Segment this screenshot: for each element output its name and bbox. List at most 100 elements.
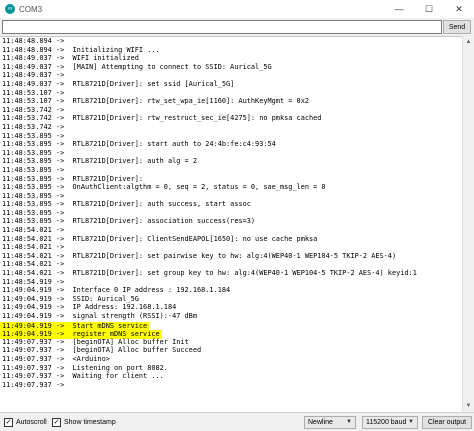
line-text: 11:48:49.037 -> WIFI initialized <box>2 54 139 63</box>
line-text: 11:48:54.021 -> RTL8721D[Driver]: Client… <box>2 234 318 243</box>
output-line: 11:48:53.895 -> <box>0 166 462 175</box>
line-text: 11:48:48.894 -> <box>2 37 65 45</box>
line-text: 11:49:07.937 -> [beginOTA] Alloc buffer … <box>2 346 202 355</box>
line-text: 11:49:07.937 -> Listening on port 8082. <box>2 363 168 372</box>
line-text: 11:48:53.895 -> OnAuthClient:algthm = 0,… <box>2 183 326 192</box>
line-text: 11:48:53.742 -> RTL8721D[Driver]: rtw_re… <box>2 114 322 123</box>
clear-output-button[interactable]: Clear output <box>422 416 472 429</box>
line-text: 11:48:53.895 -> <box>2 208 65 217</box>
output-line: 11:48:49.037 -> WIFI initialized <box>0 54 462 63</box>
line-text: 11:48:53.895 -> RTL8721D[Driver]: auth s… <box>2 200 251 209</box>
output-line: 11:49:07.937 -> [beginOTA] Alloc buffer … <box>0 346 462 355</box>
window-title: COM3 <box>19 4 43 14</box>
output-line: 11:48:49.037 -> [MAIN] Attempting to con… <box>0 63 462 72</box>
send-button[interactable]: Send <box>443 20 471 34</box>
chevron-down-icon: ▼ <box>346 419 352 425</box>
check-icon[interactable]: ✓ <box>4 418 13 427</box>
check-icon[interactable]: ✓ <box>52 418 61 427</box>
line-text: 11:49:04.919 -> Interface 0 IP address :… <box>2 286 231 295</box>
line-text: 11:49:04.919 -> IP Address: 192.168.1.18… <box>2 303 177 312</box>
line-text: 11:48:54.021 -> RTL8721D[Driver]: set pa… <box>2 251 397 260</box>
line-text: 11:49:07.937 -> <Arduino> <box>2 354 110 363</box>
line-text: 11:48:54.021 -> RTL8721D[Driver]: set gr… <box>2 269 417 278</box>
output-line: 11:48:54.021 -> <box>0 260 462 269</box>
line-text: 11:49:04.919 -> signal strength (RSSI):-… <box>2 312 197 320</box>
line-text: 11:48:49.037 -> [MAIN] Attempting to con… <box>2 62 272 71</box>
output-line: 11:48:53.895 -> <box>0 149 462 158</box>
line-text: 11:48:54.919 -> <box>2 277 65 286</box>
output-line: 11:49:07.937 -> <Arduino> <box>0 355 462 364</box>
output-line: 11:48:53.895 -> RTL8721D[Driver]: auth a… <box>0 157 462 166</box>
output-line: 11:48:53.107 -> RTL8721D[Driver]: rtw_se… <box>0 97 462 106</box>
line-text: 11:48:53.895 -> RTL8721D[Driver]: auth a… <box>2 157 197 166</box>
send-input[interactable] <box>2 20 442 34</box>
output-line: 11:49:07.937 -> <box>0 381 462 390</box>
line-text: 11:49:07.937 -> Waiting for client ... <box>2 372 164 381</box>
line-text: 11:48:53.895 -> RTL8721D[Driver]: start … <box>2 140 276 149</box>
arduino-icon: ∞ <box>5 4 15 14</box>
vertical-scrollbar[interactable]: ▲ ▼ <box>462 36 474 412</box>
title-bar: ∞ COM3 — ☐ ✕ <box>0 0 474 18</box>
output-line: 11:48:53.895 -> RTL8721D[Driver]: associ… <box>0 217 462 226</box>
autoscroll-checkbox[interactable]: ✓ Autoscroll <box>4 418 47 427</box>
show-timestamp-checkbox[interactable]: ✓ Show timestamp <box>52 418 116 427</box>
line-text: 11:48:49.037 -> <box>2 71 65 80</box>
line-text: 11:49:07.937 -> <box>2 380 65 389</box>
output-line: 11:48:53.895 -> RTL8721D[Driver]: auth s… <box>0 200 462 209</box>
minimize-button[interactable]: — <box>384 0 414 18</box>
output-line: 11:48:53.895 -> OnAuthClient:algthm = 0,… <box>0 183 462 192</box>
output-line: 11:48:53.895 -> <box>0 209 462 218</box>
output-line: 11:49:04.919 -> IP Address: 192.168.1.18… <box>0 303 462 312</box>
output-line: 11:48:53.742 -> <box>0 123 462 132</box>
arrow-up-icon[interactable]: ▲ <box>463 37 474 47</box>
line-text: 11:48:53.742 -> <box>2 105 65 114</box>
output-line: 11:49:04.919 -> SSID: Aurical_5G <box>0 295 462 304</box>
output-line: 11:48:53.742 -> <box>0 106 462 115</box>
close-button[interactable]: ✕ <box>444 0 474 18</box>
line-text: 11:48:53.742 -> <box>2 122 65 131</box>
output-line: 11:48:53.895 -> <box>0 132 462 141</box>
output-line: 11:48:54.021 -> RTL8721D[Driver]: set gr… <box>0 269 462 278</box>
line-text: 11:48:53.895 -> RTL8721D[Driver]: associ… <box>2 217 256 226</box>
line-text: 11:48:53.895 -> <box>2 131 65 140</box>
line-text: 11:48:54.021 -> <box>2 226 65 235</box>
line-ending-select[interactable]: Newline ▼ <box>304 416 356 429</box>
output-line: 11:48:54.919 -> <box>0 278 462 287</box>
output-line: 11:49:04.919 -> Interface 0 IP address :… <box>0 286 462 295</box>
output-line: 11:48:54.021 -> RTL8721D[Driver]: Client… <box>0 235 462 244</box>
line-text: 11:48:53.895 -> <box>2 165 65 174</box>
line-text: 11:48:53.895 -> <box>2 148 65 157</box>
line-text: 11:48:49.037 -> RTL8721D[Driver]: set ss… <box>2 79 235 88</box>
maximize-button[interactable]: ☐ <box>414 0 444 18</box>
line-text: 11:49:04.919 -> SSID: Aurical_5G <box>2 294 139 303</box>
window-controls: — ☐ ✕ <box>384 0 474 18</box>
line-text: 11:48:48.894 -> Initializing WIFI ... <box>2 45 160 54</box>
line-ending-value: Newline <box>308 419 333 426</box>
output-line: 11:48:48.894 -> Initializing WIFI ... <box>0 46 462 55</box>
output-line: 11:49:04.919 -> Start mDNS service <box>0 321 462 331</box>
line-text: 11:48:54.021 -> <box>2 260 65 269</box>
output-line: 11:48:54.021 -> <box>0 226 462 235</box>
baud-rate-value: 115200 baud <box>366 419 407 426</box>
output-line: 11:48:49.037 -> <box>0 71 462 80</box>
baud-rate-select[interactable]: 115200 baud ▼ <box>362 416 418 429</box>
output-line: 11:49:04.919 -> register mDNS service <box>0 329 462 339</box>
output-line: 11:48:54.021 -> RTL8721D[Driver]: set pa… <box>0 252 462 261</box>
line-text: 11:48:53.895 -> RTL8721D[Driver]: <box>2 174 144 183</box>
line-text: 11:48:53.895 -> <box>2 191 65 200</box>
autoscroll-label: Autoscroll <box>16 419 47 426</box>
output-line: 11:48:53.107 -> <box>0 89 462 98</box>
send-bar: Send <box>0 18 474 36</box>
chevron-down-icon: ▼ <box>408 419 414 425</box>
serial-output[interactable]: 11:48:48.894 -> 11:48:48.894 -> Initializ… <box>0 36 462 413</box>
arrow-down-icon[interactable]: ▼ <box>463 401 474 411</box>
output-line: 11:48:53.742 -> RTL8721D[Driver]: rtw_re… <box>0 114 462 123</box>
output-line: 11:48:53.895 -> RTL8721D[Driver]: start … <box>0 140 462 149</box>
output-line: 11:48:53.895 -> RTL8721D[Driver]: <box>0 175 462 184</box>
output-line: 11:48:49.037 -> RTL8721D[Driver]: set ss… <box>0 80 462 89</box>
bottom-bar: ✓ Autoscroll ✓ Show timestamp Newline ▼ … <box>0 412 474 431</box>
output-line: 11:49:07.937 -> Waiting for client ... <box>0 372 462 381</box>
line-text: 11:49:07.937 -> [beginOTA] Alloc buffer … <box>2 337 189 346</box>
show-timestamp-label: Show timestamp <box>64 419 116 426</box>
output-line: 11:48:53.895 -> <box>0 192 462 201</box>
